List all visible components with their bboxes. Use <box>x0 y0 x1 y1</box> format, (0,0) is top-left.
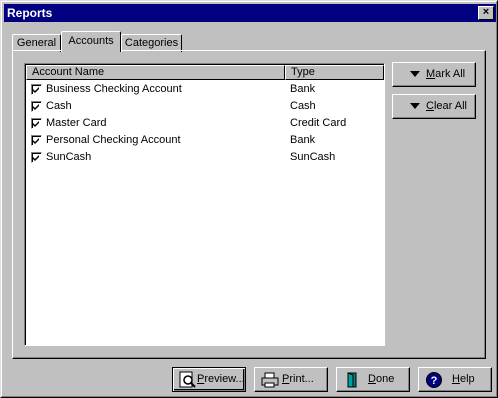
account-checkbox[interactable] <box>31 84 42 95</box>
help-button[interactable]: ? Help <box>418 367 492 392</box>
account-name: Master Card <box>46 117 107 129</box>
account-type: Bank <box>290 134 316 146</box>
account-type: Credit Card <box>290 117 347 129</box>
done-label: Done <box>368 373 395 385</box>
done-button[interactable]: Done <box>336 367 410 392</box>
account-type: SunCash <box>290 151 336 163</box>
mark-all-button[interactable]: Mark All <box>392 62 476 87</box>
column-header-account-name[interactable]: Account Name <box>26 65 285 80</box>
checkmark-icon <box>33 121 39 127</box>
account-checkbox[interactable] <box>31 152 42 163</box>
mark-all-label: Mark All <box>426 68 466 80</box>
list-header: Account Name Type <box>26 65 384 80</box>
list-item[interactable]: Personal Checking Account Bank <box>26 132 384 149</box>
column-header-type-label: Type <box>291 66 315 78</box>
printer-icon <box>261 372 279 388</box>
svg-text:?: ? <box>431 375 438 387</box>
tab-general-label: General <box>16 37 57 49</box>
column-header-type[interactable]: Type <box>285 65 384 80</box>
door-icon <box>347 372 357 388</box>
account-name: Cash <box>46 100 72 112</box>
account-name: Business Checking Account <box>46 83 182 95</box>
clear-all-label: Clear All <box>426 100 467 112</box>
accounts-list[interactable]: Account Name Type Business Checking Acco… <box>24 63 385 346</box>
account-checkbox[interactable] <box>31 101 42 112</box>
tab-accounts-label: Accounts <box>68 35 114 47</box>
down-arrow-icon <box>410 103 420 109</box>
checkmark-icon <box>33 104 39 110</box>
close-icon: × <box>482 6 490 18</box>
account-name: SunCash <box>46 151 92 163</box>
window-title: Reports <box>7 6 53 20</box>
tab-categories-label: Categories <box>124 37 179 49</box>
account-name: Personal Checking Account <box>46 134 181 146</box>
account-type: Bank <box>290 83 316 95</box>
list-item[interactable]: SunCash SunCash <box>26 149 384 166</box>
list-item[interactable]: Master Card Credit Card <box>26 115 384 132</box>
clear-all-button[interactable]: Clear All <box>392 94 476 119</box>
account-type: Cash <box>290 100 316 112</box>
checkmark-icon <box>33 138 39 144</box>
account-checkbox[interactable] <box>31 118 42 129</box>
down-arrow-icon <box>410 71 420 77</box>
tab-accounts[interactable]: Accounts <box>61 31 121 52</box>
list-item[interactable]: Cash Cash <box>26 98 384 115</box>
help-label: Help <box>452 373 475 385</box>
preview-button[interactable]: Preview... <box>172 367 246 392</box>
checkmark-icon <box>33 87 39 93</box>
preview-label: Preview... <box>197 373 245 385</box>
checkmark-icon <box>33 155 39 161</box>
title-bar[interactable]: Reports × <box>4 4 496 22</box>
magnifier-icon <box>179 371 196 388</box>
print-label: Print... <box>282 373 314 385</box>
print-button[interactable]: Print... <box>254 367 328 392</box>
column-header-account-name-label: Account Name <box>32 66 105 78</box>
help-icon: ? <box>426 372 442 388</box>
list-item[interactable]: Business Checking Account Bank <box>26 81 384 98</box>
close-button[interactable]: × <box>478 6 494 20</box>
account-checkbox[interactable] <box>31 135 42 146</box>
